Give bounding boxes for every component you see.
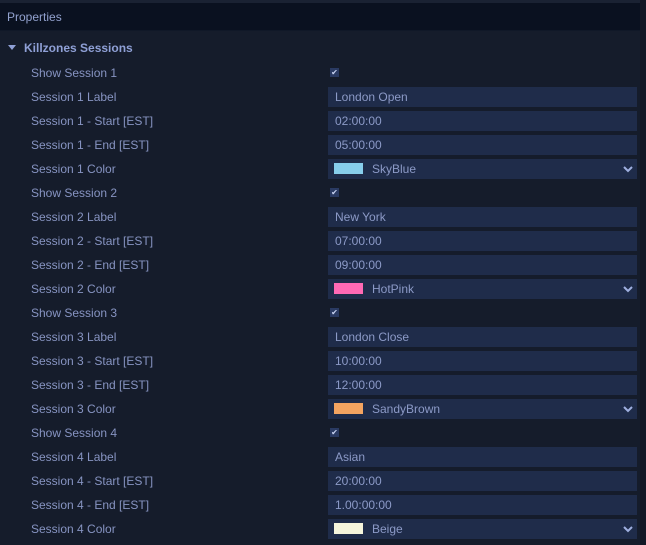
property-row: Session 1 Label London Open [0,85,640,109]
panel-header: Properties [0,3,640,31]
property-row: Session 2 - Start [EST] 07:00:00 [0,229,640,253]
property-label: Session 2 - Start [EST] [31,234,154,248]
text-input[interactable]: 1.00:00:00 [328,495,637,515]
property-row: Session 3 - Start [EST] 10:00:00 [0,349,640,373]
property-label: Show Session 3 [31,306,118,320]
text-input[interactable]: New York [328,207,637,227]
check-icon: ✔ [331,428,338,437]
property-row: Session 2 - End [EST] 09:00:00 [0,253,640,277]
property-label: Session 2 Color [31,282,116,296]
property-row: Session 2 Label New York [0,205,640,229]
property-label: Show Session 2 [31,186,118,200]
property-row: Session 1 - Start [EST] 02:00:00 [0,109,640,133]
property-row: Session 4 - Start [EST] 20:00:00 [0,469,640,493]
color-swatch [334,523,363,534]
show-session-checkbox[interactable]: ✔ [330,68,339,77]
color-dropdown[interactable]: SandyBrown [328,399,637,419]
property-row: Session 2 Color HotPink [0,277,640,301]
text-input[interactable]: 20:00:00 [328,471,637,491]
text-input[interactable]: 02:00:00 [328,111,637,131]
group-killzones-sessions[interactable]: Killzones Sessions [8,38,133,58]
color-name: SandyBrown [372,402,441,416]
property-label: Session 3 - End [EST] [31,378,150,392]
chevron-down-icon[interactable] [623,404,633,414]
color-name: Beige [372,522,403,536]
property-label: Show Session 1 [31,66,118,80]
scrollbar-track[interactable] [640,0,646,545]
property-label: Session 4 - End [EST] [31,498,150,512]
chevron-down-icon[interactable] [623,284,633,294]
check-icon: ✔ [331,68,338,77]
property-label: Session 3 - Start [EST] [31,354,154,368]
property-label: Session 2 - End [EST] [31,258,150,272]
property-row: Session 3 - End [EST] 12:00:00 [0,373,640,397]
property-label: Session 1 Label [31,90,117,104]
group-title: Killzones Sessions [24,41,133,55]
text-input[interactable]: London Open [328,87,637,107]
property-label: Session 4 - Start [EST] [31,474,154,488]
property-row: Show Session 2 ✔ [0,181,640,205]
color-dropdown[interactable]: SkyBlue [328,159,637,179]
color-dropdown[interactable]: HotPink [328,279,637,299]
property-label: Session 1 - End [EST] [31,138,150,152]
chevron-down-icon[interactable] [623,164,633,174]
color-dropdown[interactable]: Beige [328,519,637,539]
color-swatch [334,403,363,414]
property-row: Session 4 Color Beige [0,517,640,541]
property-label: Session 4 Color [31,522,116,536]
property-label: Session 1 - Start [EST] [31,114,154,128]
check-icon: ✔ [331,308,338,317]
property-label: Session 1 Color [31,162,116,176]
property-row: Show Session 4 ✔ [0,421,640,445]
property-label: Show Session 4 [31,426,118,440]
text-input[interactable]: Asian [328,447,637,467]
color-swatch [334,163,363,174]
check-icon: ✔ [331,188,338,197]
property-row: Show Session 3 ✔ [0,301,640,325]
triangle-down-icon[interactable] [8,45,16,51]
text-input[interactable]: 09:00:00 [328,255,637,275]
show-session-checkbox[interactable]: ✔ [330,188,339,197]
text-input[interactable]: 12:00:00 [328,375,637,395]
property-label: Session 4 Label [31,450,117,464]
text-input[interactable]: 05:00:00 [328,135,637,155]
property-row: Show Session 1 ✔ [0,61,640,85]
text-input[interactable]: 07:00:00 [328,231,637,251]
text-input[interactable]: London Close [328,327,637,347]
property-row: Session 3 Color SandyBrown [0,397,640,421]
property-row: Session 3 Label London Close [0,325,640,349]
chevron-down-icon[interactable] [623,524,633,534]
property-row: Session 1 - End [EST] 05:00:00 [0,133,640,157]
text-input[interactable]: 10:00:00 [328,351,637,371]
panel-title: Properties [7,10,62,24]
show-session-checkbox[interactable]: ✔ [330,308,339,317]
color-swatch [334,283,363,294]
property-row: Session 4 Label Asian [0,445,640,469]
color-name: SkyBlue [372,162,417,176]
property-label: Session 3 Color [31,402,116,416]
property-row: Session 4 - End [EST] 1.00:00:00 [0,493,640,517]
property-label: Session 3 Label [31,330,117,344]
property-label: Session 2 Label [31,210,117,224]
property-list: Show Session 1 ✔ Session 1 Label London Ope… [0,61,640,541]
color-name: HotPink [372,282,415,296]
show-session-checkbox[interactable]: ✔ [330,428,339,437]
property-row: Session 1 Color SkyBlue [0,157,640,181]
